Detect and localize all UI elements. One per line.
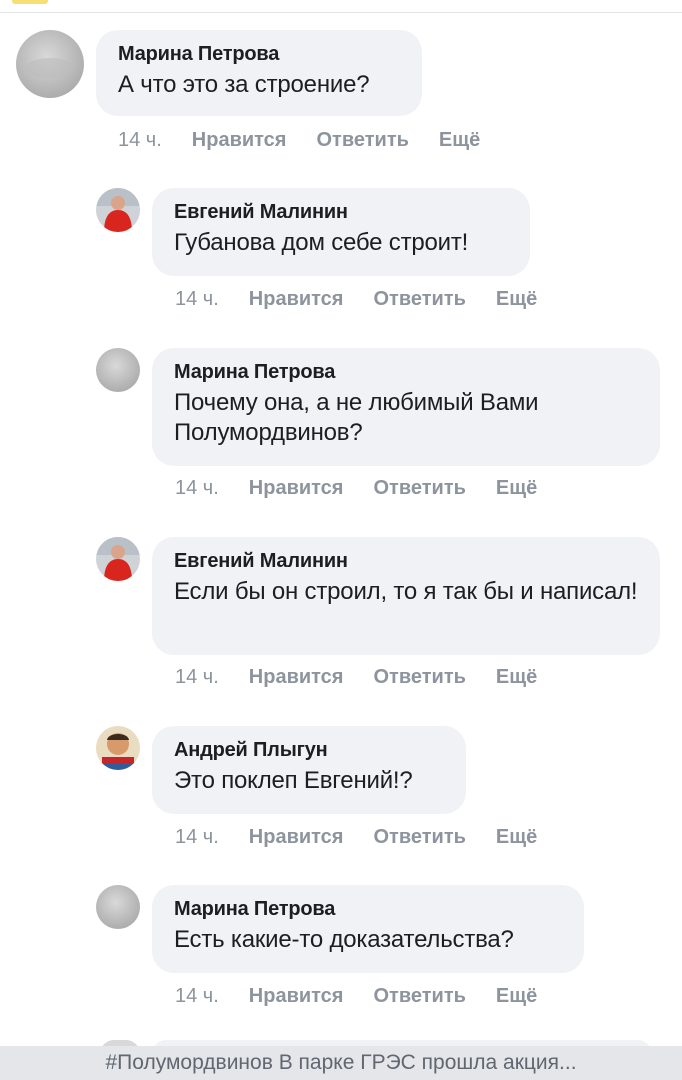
- comment-bubble[interactable]: Марина Петрова Почему она, а не любимый …: [152, 348, 660, 466]
- avatar[interactable]: [96, 348, 140, 392]
- like-button[interactable]: Нравится: [192, 128, 287, 152]
- man-red-shirt-avatar-icon: [96, 188, 140, 232]
- author-name[interactable]: Марина Петрова: [174, 897, 562, 921]
- comment-text: Губанова дом себе строит!: [174, 229, 469, 256]
- comment-bubble[interactable]: Марина Петрова А что это за строение?: [96, 30, 422, 116]
- gray-avatar-icon: [96, 348, 140, 392]
- reply-button[interactable]: Ответить: [373, 984, 465, 1008]
- comment-actions: 14 ч. Нравится Ответить Ещё: [175, 476, 537, 500]
- author-name[interactable]: Андрей Плыгун: [174, 738, 444, 762]
- timestamp: 14 ч.: [175, 985, 219, 1007]
- comment-text: Это поклеп Евгений!?: [174, 767, 413, 794]
- more-button[interactable]: Ещё: [496, 825, 537, 849]
- comment-actions: 14 ч. Нравится Ответить Ещё: [175, 984, 537, 1008]
- gray-avatar-icon: [96, 885, 140, 929]
- gray-avatar-icon: [16, 30, 84, 98]
- comment-actions: 14 ч. Нравится Ответить Ещё: [175, 287, 537, 311]
- top-accent: [12, 0, 48, 4]
- comments-screen: Марина Петрова А что это за строение? 14…: [0, 0, 682, 1080]
- avatar[interactable]: [96, 885, 140, 929]
- more-button[interactable]: Ещё: [496, 287, 537, 311]
- caricature-avatar-icon: [96, 726, 140, 770]
- post-link-bar[interactable]: #Полумордвинов В парке ГРЭС прошла акция…: [0, 1046, 682, 1080]
- avatar[interactable]: [96, 188, 140, 232]
- timestamp: 14 ч.: [175, 477, 219, 499]
- author-name[interactable]: Марина Петрова: [174, 360, 638, 384]
- reply-button[interactable]: Ответить: [316, 128, 408, 152]
- like-button[interactable]: Нравится: [249, 984, 344, 1008]
- reply-button[interactable]: Ответить: [373, 287, 465, 311]
- reply-button[interactable]: Ответить: [373, 825, 465, 849]
- comment-text: А что это за строение?: [118, 71, 370, 98]
- reply-button[interactable]: Ответить: [373, 665, 465, 689]
- comment-text: Есть какие-то доказательства?: [174, 926, 514, 953]
- comment-text: Почему она, а не любимый Вами Полумордви…: [174, 389, 539, 446]
- reply-button[interactable]: Ответить: [373, 476, 465, 500]
- timestamp: 14 ч.: [175, 826, 219, 848]
- like-button[interactable]: Нравится: [249, 665, 344, 689]
- more-button[interactable]: Ещё: [439, 128, 480, 152]
- more-button[interactable]: Ещё: [496, 665, 537, 689]
- comment-bubble[interactable]: Евгений Малинин Губанова дом себе строит…: [152, 188, 530, 276]
- top-divider: [0, 12, 682, 13]
- man-red-shirt-avatar-icon: [96, 537, 140, 581]
- avatar[interactable]: [96, 537, 140, 581]
- comment-text: Если бы он строил, то я так бы и написал…: [174, 578, 638, 605]
- timestamp: 14 ч.: [175, 666, 219, 688]
- like-button[interactable]: Нравится: [249, 476, 344, 500]
- more-button[interactable]: Ещё: [496, 476, 537, 500]
- timestamp: 14 ч.: [175, 288, 219, 310]
- comment-bubble[interactable]: Евгений Малинин Если бы он строил, то я …: [152, 537, 660, 655]
- author-name[interactable]: Евгений Малинин: [174, 200, 508, 224]
- comment-actions: 14 ч. Нравится Ответить Ещё: [118, 128, 480, 152]
- more-button[interactable]: Ещё: [496, 984, 537, 1008]
- comment-bubble[interactable]: Андрей Плыгун Это поклеп Евгений!?: [152, 726, 466, 814]
- timestamp: 14 ч.: [118, 129, 162, 151]
- author-name[interactable]: Евгений Малинин: [174, 549, 638, 573]
- comment-actions: 14 ч. Нравится Ответить Ещё: [175, 665, 537, 689]
- comment-actions: 14 ч. Нравится Ответить Ещё: [175, 825, 537, 849]
- comment-bubble[interactable]: Марина Петрова Есть какие-то доказательс…: [152, 885, 584, 973]
- avatar[interactable]: [96, 726, 140, 770]
- avatar[interactable]: [16, 30, 84, 98]
- like-button[interactable]: Нравится: [249, 825, 344, 849]
- author-name[interactable]: Марина Петрова: [118, 42, 400, 66]
- like-button[interactable]: Нравится: [249, 287, 344, 311]
